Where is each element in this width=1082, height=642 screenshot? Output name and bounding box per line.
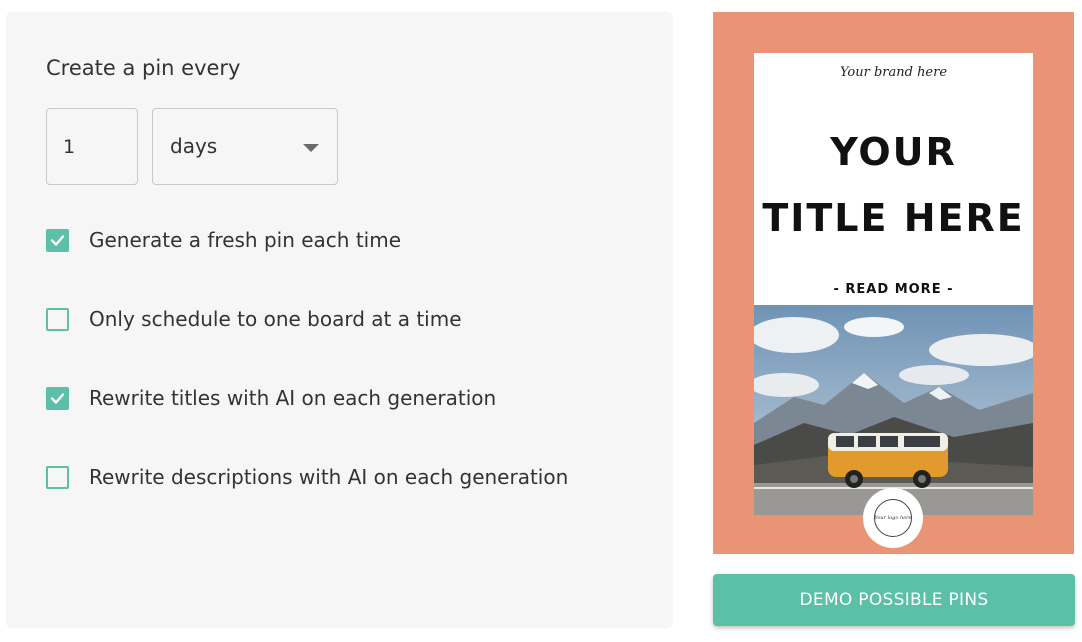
frequency-label: Create a pin every	[46, 56, 241, 80]
logo-text: Your logo here	[874, 515, 912, 521]
option-ai-descriptions[interactable]: Rewrite descriptions with AI on each gen…	[46, 465, 568, 489]
demo-possible-pins-button[interactable]: DEMO POSSIBLE PINS	[713, 574, 1075, 626]
checkbox-icon[interactable]	[46, 228, 69, 252]
brand-text: Your brand here	[839, 65, 948, 80]
pin-preview: Your brand here YOUR TITLE HERE - READ M…	[713, 12, 1074, 554]
checkbox-icon[interactable]	[46, 386, 69, 410]
logo-ring: Your logo here	[874, 499, 912, 537]
option-label: Only schedule to one board at a time	[89, 307, 462, 331]
interval-unit-select[interactable]: days	[152, 108, 338, 185]
pin-card: Your brand here YOUR TITLE HERE - READ M…	[754, 53, 1033, 515]
checkbox-icon[interactable]	[46, 465, 69, 489]
pin-title-line-2: TITLE HERE	[762, 196, 1025, 240]
read-more-text: - READ MORE -	[833, 282, 954, 297]
settings-panel: Create a pin every days Generate a fresh…	[6, 12, 673, 628]
option-fresh-pin[interactable]: Generate a fresh pin each time	[46, 228, 401, 252]
option-label: Rewrite descriptions with AI on each gen…	[89, 465, 569, 489]
option-label: Rewrite titles with AI on each generatio…	[89, 386, 497, 410]
pin-title: YOUR TITLE HERE	[754, 119, 1033, 251]
option-one-board[interactable]: Only schedule to one board at a time	[46, 307, 462, 331]
chevron-down-icon	[303, 144, 319, 152]
pin-title-line-1: YOUR	[830, 130, 957, 174]
pin-photo	[754, 305, 1033, 515]
option-ai-titles[interactable]: Rewrite titles with AI on each generatio…	[46, 386, 496, 410]
option-label: Generate a fresh pin each time	[89, 228, 402, 252]
interval-number-input[interactable]	[46, 108, 138, 185]
logo-badge: Your logo here	[863, 488, 923, 548]
interval-unit-value: days	[170, 134, 218, 158]
checkbox-icon[interactable]	[46, 307, 69, 331]
